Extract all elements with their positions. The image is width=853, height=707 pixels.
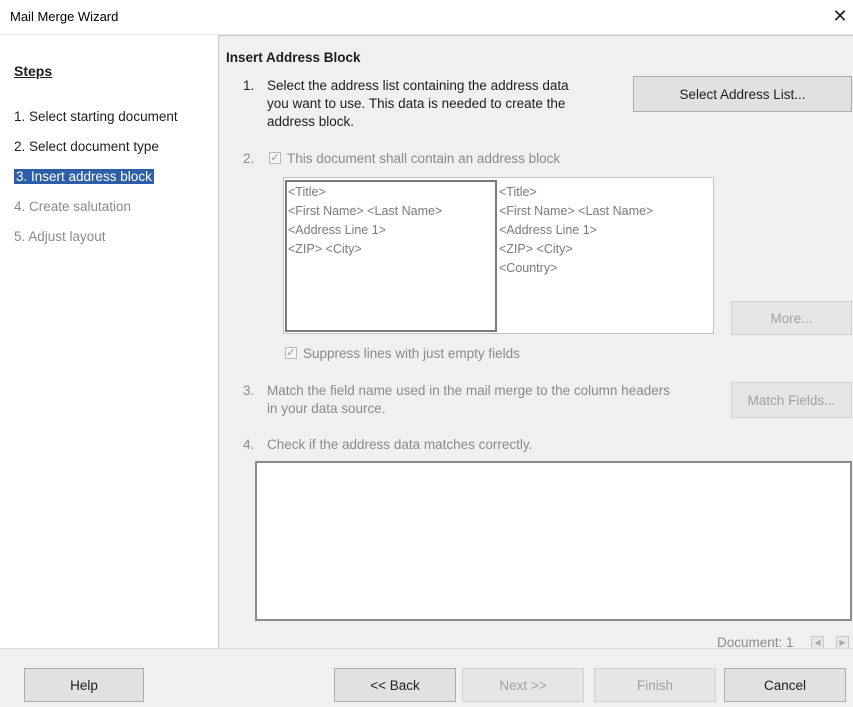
window-title: Mail Merge Wizard <box>10 9 119 24</box>
help-button[interactable]: Help <box>24 668 144 702</box>
finish-button-label: Finish <box>636 677 673 693</box>
step1-text-line-3: address block. <box>267 114 355 129</box>
step1-text-line-1: Select the address list containing the a… <box>267 78 569 93</box>
addr1-line-zip-city: <ZIP> <City> <box>288 242 362 256</box>
addr1-line-address: <Address Line 1> <box>288 223 386 237</box>
step1-number: 1. <box>243 78 255 93</box>
step1-text-line-2: you want to use. This data is needed to … <box>267 96 566 111</box>
step-select-starting-document[interactable]: 1. Select starting document <box>14 109 178 124</box>
match-fields-button[interactable]: Match Fields... <box>731 382 852 418</box>
more-button-label: More... <box>770 310 813 326</box>
cancel-button-label: Cancel <box>763 677 807 693</box>
select-address-list-label: Select Address List... <box>679 86 806 102</box>
addr1-line-name: <First Name> <Last Name> <box>288 204 443 218</box>
title-bar <box>0 0 853 35</box>
step2-number: 2. <box>243 151 255 166</box>
addr2-line-country: <Country> <box>499 261 558 275</box>
section-title: Insert Address Block <box>226 50 361 65</box>
address-block-option-2[interactable]: <Title> <First Name> <Last Name> <Addres… <box>499 183 653 278</box>
back-button-label: << Back <box>370 677 420 693</box>
step-select-document-type[interactable]: 2. Select document type <box>14 139 159 154</box>
address-block-checkbox-label: This document shall contain an address b… <box>287 151 561 166</box>
more-button[interactable]: More... <box>731 301 852 335</box>
match-fields-label: Match Fields... <box>747 392 836 408</box>
close-icon[interactable]: ✕ <box>829 4 851 28</box>
suppress-empty-lines-checkbox[interactable]: ✓ <box>285 347 297 359</box>
step3-number: 3. <box>243 383 255 398</box>
step-insert-address-block[interactable]: 3. Insert address block <box>14 169 154 184</box>
suppress-empty-lines-label: Suppress lines with just empty fields <box>303 346 520 361</box>
step-adjust-layout: 5. Adjust layout <box>14 229 106 244</box>
addr2-line-title: <Title> <box>499 185 537 199</box>
help-button-label: Help <box>70 677 98 693</box>
step3-text-line-2: in your data source. <box>267 401 386 416</box>
step4-text: Check if the address data matches correc… <box>267 437 533 452</box>
addr2-line-name: <First Name> <Last Name> <box>499 204 654 218</box>
steps-title: Steps <box>14 63 53 79</box>
address-block-checkbox[interactable]: ✓ <box>269 152 281 164</box>
finish-button[interactable]: Finish <box>594 668 716 702</box>
addr1-line-title: <Title> <box>288 185 326 199</box>
next-button[interactable]: Next >> <box>462 668 584 702</box>
select-address-list-button[interactable]: Select Address List... <box>633 76 852 112</box>
step4-number: 4. <box>243 437 255 452</box>
addr2-line-address: <Address Line 1> <box>499 223 597 237</box>
steps-panel <box>0 35 217 648</box>
step3-text-line-1: Match the field name used in the mail me… <box>267 383 670 398</box>
address-preview-box <box>255 461 852 621</box>
next-button-label: Next >> <box>499 677 547 693</box>
step-create-salutation: 4. Create salutation <box>14 199 132 214</box>
addr2-line-zip-city: <ZIP> <City> <box>499 242 573 256</box>
cancel-button[interactable]: Cancel <box>724 668 846 702</box>
back-button[interactable]: << Back <box>334 668 456 702</box>
address-block-option-1-content: <Title> <First Name> <Last Name> <Addres… <box>288 183 442 259</box>
